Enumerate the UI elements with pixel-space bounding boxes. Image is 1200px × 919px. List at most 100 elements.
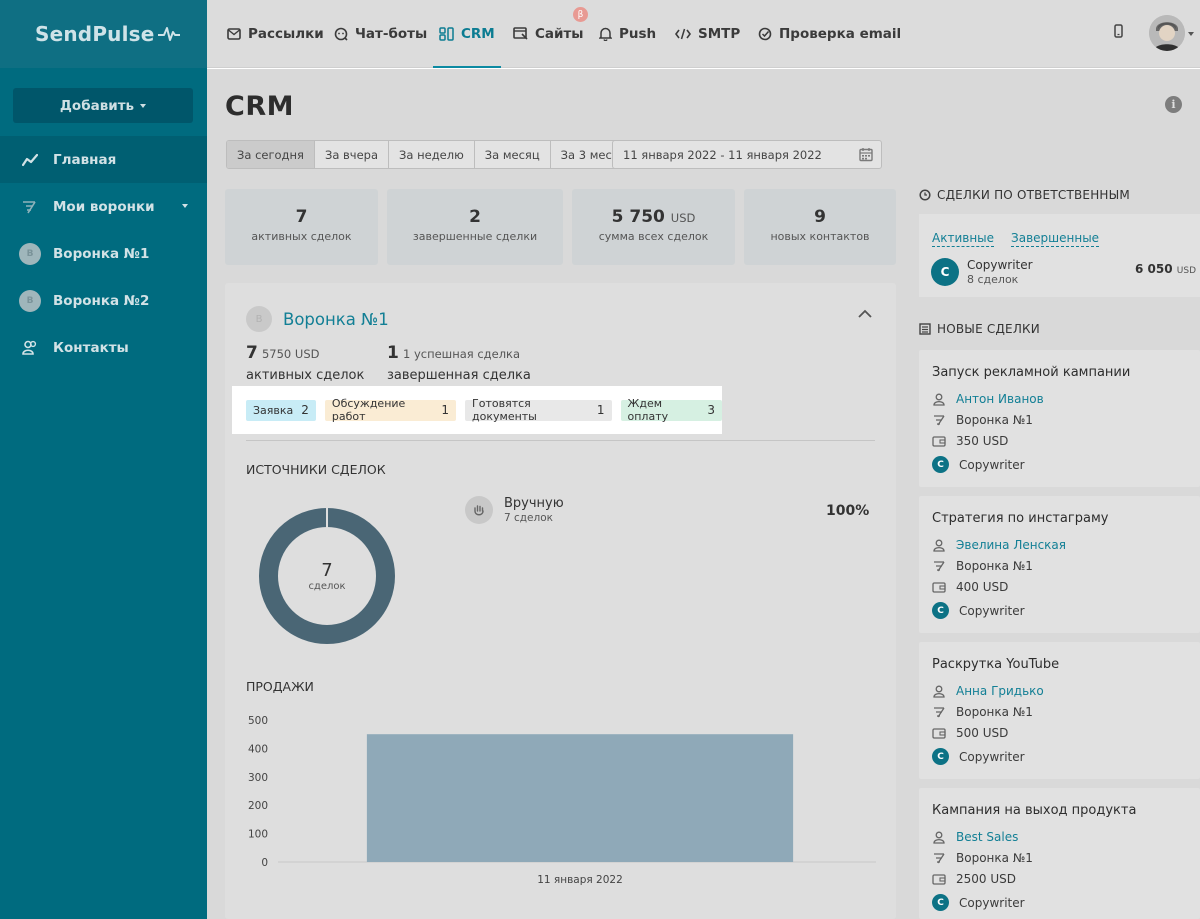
funnel-icon [21, 198, 39, 216]
date-range-value: 11 января 2022 - 11 января 2022 [623, 147, 822, 162]
avatar[interactable] [1149, 15, 1185, 51]
wallet-icon [932, 872, 946, 886]
sidebar-item-contacts[interactable]: Контакты [0, 324, 207, 371]
check-circle-icon [758, 27, 772, 41]
tab-smtp[interactable]: SMTP [675, 0, 740, 68]
stage-count: 1 [441, 403, 450, 417]
funnel-active-label: активных сделок [246, 368, 365, 383]
divider [246, 440, 875, 441]
owner-sum: 6 050 USD [1135, 262, 1196, 276]
deal-card[interactable]: Кампания на выход продукта Best Sales Во… [919, 788, 1200, 919]
deal-owner-name: Copywriter [959, 749, 1025, 764]
deal-person-name: Best Sales [956, 830, 1019, 844]
deal-amount-value: 500 USD [956, 726, 1009, 740]
stat-value: 7 [295, 207, 308, 227]
responsible-header: СДЕЛКИ ПО ОТВЕТСТВЕННЫМ [919, 188, 1130, 202]
deal-card[interactable]: Стратегия по инстаграму Эвелина Ленская … [919, 496, 1200, 633]
calendar-icon [859, 148, 873, 162]
deal-funnel-name: Воронка №1 [956, 413, 1033, 427]
sites-icon [513, 27, 528, 40]
tab-label: Проверка email [779, 26, 902, 42]
stat-value: 9 [814, 207, 826, 227]
tab-chatbots[interactable]: Чат-боты [334, 0, 427, 68]
funnel-badge: В [19, 289, 41, 312]
pulse-icon [157, 27, 180, 41]
sidebar-item-funnel-1[interactable]: В Воронка №1 [0, 230, 207, 277]
y-tick-label: 200 [248, 800, 268, 812]
donut-label: сделок [308, 581, 346, 592]
deal-funnel-name: Воронка №1 [956, 705, 1033, 719]
sidebar-item-funnels[interactable]: Мои воронки [0, 183, 207, 230]
funnel-name-link[interactable]: Воронка №1 [283, 310, 389, 329]
period-today[interactable]: За сегодня [227, 141, 315, 168]
deal-amount-value: 2500 USD [956, 872, 1016, 886]
deal-title: Раскрутка YouTube [932, 657, 1060, 672]
tab-mailings[interactable]: Рассылки [227, 0, 324, 68]
logo[interactable]: SendPulse [0, 0, 207, 68]
wallet-icon [932, 726, 946, 740]
top-nav: Рассылки Чат-боты CRM Сайты β Push SMTP … [207, 0, 1200, 68]
sidebar-item-home[interactable]: Главная [0, 136, 207, 183]
stat-value: 2 [469, 207, 481, 227]
period-week[interactable]: За неделю [389, 141, 475, 168]
deal-person-name: Анна Гридько [956, 684, 1044, 698]
code-icon [675, 28, 691, 40]
deal-person[interactable]: Эвелина Ленская [932, 538, 1066, 552]
user-icon [932, 830, 946, 844]
deal-funnel: Воронка №1 [932, 559, 1033, 573]
y-tick-label: 500 [248, 715, 268, 727]
stage-count: 1 [596, 403, 605, 417]
deal-card[interactable]: Раскрутка YouTube Анна Гридько Воронка №… [919, 642, 1200, 779]
wallet-icon [932, 434, 946, 448]
deal-card[interactable]: Запуск рекламной кампании Антон Иванов В… [919, 350, 1200, 487]
stage-chip[interactable]: Ждем оплату 3 [620, 397, 722, 423]
contacts-icon [21, 339, 39, 357]
deal-funnel: Воронка №1 [932, 851, 1033, 865]
stat-completed-deals: 2 завершенные сделки [387, 189, 563, 265]
bell-icon [599, 27, 612, 41]
chevron-down-icon[interactable] [1188, 32, 1194, 36]
deal-title: Кампания на выход продукта [932, 803, 1137, 818]
date-range-input[interactable]: 11 января 2022 - 11 января 2022 [612, 140, 882, 169]
x-tick-label: 11 января 2022 [537, 874, 623, 886]
user-icon [932, 684, 946, 698]
funnel-badge: В [246, 306, 272, 332]
tab-crm[interactable]: CRM [433, 0, 501, 68]
stage-chip[interactable]: Готовятся документы 1 [465, 397, 612, 423]
sidebar-item-funnel-2[interactable]: В Воронка №2 [0, 277, 207, 324]
period-month[interactable]: За месяц [475, 141, 551, 168]
deal-person[interactable]: Best Sales [932, 830, 1018, 844]
crm-icon [439, 27, 454, 41]
deal-person[interactable]: Антон Иванов [932, 392, 1044, 406]
stage-chip[interactable]: Заявка 2 [246, 399, 316, 421]
phone-icon[interactable] [1113, 24, 1124, 38]
list-icon [919, 323, 931, 335]
main-content: CRM i За сегодня За вчера За неделю За м… [207, 69, 1200, 919]
deal-owner: C Copywriter [932, 894, 1025, 911]
add-button[interactable]: Добавить [13, 88, 193, 123]
chevron-up-icon[interactable] [858, 309, 872, 318]
stage-chip[interactable]: Обсуждение работ 1 [324, 397, 457, 423]
owner-badge: C [932, 602, 949, 619]
stage-count: 2 [301, 403, 309, 417]
tab-email-check[interactable]: Проверка email [758, 0, 901, 68]
sales-bar[interactable] [366, 734, 794, 862]
y-tick-label: 300 [248, 772, 268, 784]
funnel-icon [932, 559, 946, 573]
period-yesterday[interactable]: За вчера [315, 141, 390, 168]
tab-completed[interactable]: Завершенные [1011, 231, 1100, 247]
add-button-label: Добавить [59, 97, 135, 114]
deal-title: Запуск рекламной кампании [932, 365, 1131, 380]
wallet-icon [932, 580, 946, 594]
tab-active[interactable]: Активные [932, 231, 995, 247]
responsible-entry[interactable]: C Copywriter 8 сделок [931, 258, 1033, 286]
funnel-active-sum: 5750 USD [261, 347, 320, 361]
tab-push[interactable]: Push [599, 0, 656, 68]
source-name: Вручную [504, 496, 564, 511]
info-icon[interactable]: i [1165, 96, 1182, 113]
y-tick-label: 0 [261, 857, 268, 869]
tab-label: Push [619, 26, 657, 42]
deal-person[interactable]: Анна Гридько [932, 684, 1044, 698]
sidebar-item-label: Мои воронки [53, 198, 155, 215]
tab-label: CRM [461, 26, 495, 42]
